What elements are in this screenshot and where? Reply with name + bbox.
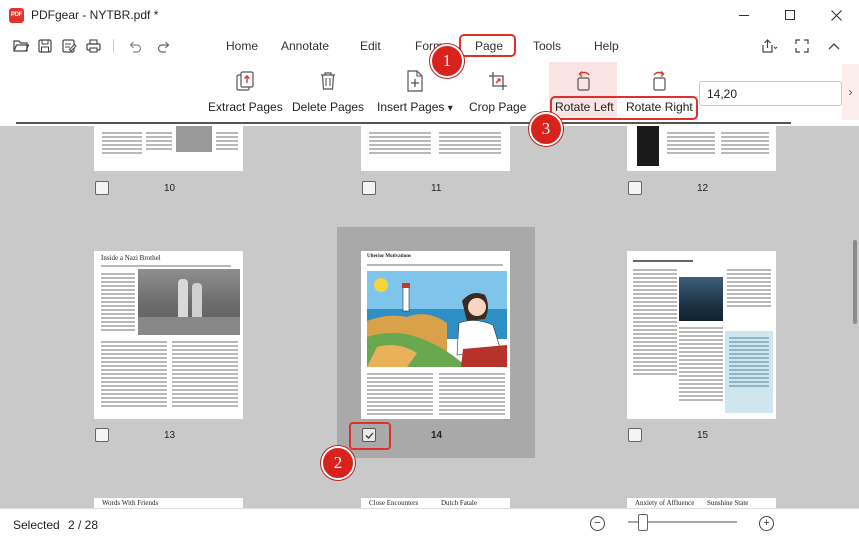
page-thumbnail-12[interactable] [627,126,776,171]
page-number-14: 14 [431,430,443,441]
menu-edit[interactable]: Edit [360,39,381,53]
callout-3: 3 [529,112,563,146]
page-18-title-right: Sunshine State [707,499,749,507]
rotate-buttons-highlight [550,96,698,120]
page-thumbnail-11[interactable] [361,126,510,171]
extract-pages-button[interactable]: Extract Pages [208,62,283,124]
insert-pages-label-wrap: Insert Pages ▾ [377,100,453,114]
page-17-title-right: Dutch Fatale [441,499,477,507]
ribbon-scroll-right-button[interactable]: › [842,64,859,120]
crop-page-label: Crop Page [469,100,527,114]
page-16-title: Words With Friends [102,499,159,507]
crop-page-button[interactable]: Crop Page [469,62,526,124]
page-thumbnail-15[interactable] [627,251,776,419]
trash-icon [317,70,339,92]
rotate-left-icon [573,70,595,92]
window-title: PDFgear - NYTBR.pdf * [31,8,159,22]
share-icon[interactable] [760,37,778,55]
page-15-sidebar-box [725,331,773,413]
page-14-illustration [367,271,507,367]
page-checkbox-15[interactable] [628,428,642,442]
save-icon[interactable] [36,37,54,55]
page-checkbox-13[interactable] [95,428,109,442]
menu-help[interactable]: Help [594,39,619,53]
print-icon[interactable] [84,37,102,55]
maximize-button[interactable] [767,0,813,30]
fullscreen-icon[interactable] [793,37,811,55]
undo-icon[interactable] [125,37,143,55]
title-bar: PDF PDFgear - NYTBR.pdf * [0,0,859,30]
chevron-down-icon: ▾ [447,103,453,114]
rotate-right-icon [648,70,670,92]
page-thumbnail-10[interactable] [94,126,243,171]
page-checkbox-12[interactable] [628,181,642,195]
page-thumbnail-14[interactable]: Ulterior Motivations [361,251,510,419]
menu-tools[interactable]: Tools [533,39,561,53]
minimize-button[interactable] [721,0,767,30]
save-as-icon[interactable] [60,37,78,55]
page-10-photo [176,126,212,152]
page-15-photo [679,277,723,321]
menu-home[interactable]: Home [226,39,258,53]
delete-pages-button[interactable]: Delete Pages [292,62,364,124]
ribbon-scroll-indicator [16,122,791,124]
selected-label: Selected [13,518,60,532]
insert-page-icon [404,70,426,92]
open-folder-icon[interactable] [12,37,30,55]
menu-annotate[interactable]: Annotate [281,39,329,53]
checkbox-14-highlight [349,422,391,450]
page-checkbox-11[interactable] [362,181,376,195]
page-12-photo [637,126,659,166]
page-thumbnail-canvas[interactable]: 10 11 12 Inside a Nazi Brothel 13 Ulteri… [0,126,859,508]
page-17-title-left: Close Encounters [369,499,419,507]
chevron-right-icon: › [848,85,853,99]
close-icon [830,9,842,21]
insert-pages-label: Insert Pages [377,100,445,114]
page-number-12: 12 [697,183,709,194]
page-number-15: 15 [697,430,709,441]
scrollbar-thumb[interactable] [853,240,857,324]
zoom-out-icon[interactable]: − [590,516,605,531]
page-13-photo [138,269,240,335]
page-18-title-left: Anxiety of Affluence [635,499,695,507]
callout-1: 1 [430,44,464,78]
page-13-title: Inside a Nazi Brothel [101,254,161,262]
page-range-input[interactable] [699,81,842,106]
close-button[interactable] [813,0,859,30]
callout-2: 2 [321,446,355,480]
delete-pages-label: Delete Pages [292,100,365,114]
page-number-10: 10 [164,183,176,194]
minimize-icon [739,14,749,16]
page-thumbnail-16[interactable]: Words With Friends [94,498,243,508]
maximize-icon [785,10,795,20]
selected-count: 2 / 28 [68,518,99,532]
collapse-ribbon-icon[interactable] [825,37,843,55]
toolbar-separator [113,39,114,53]
page-number-11: 11 [431,183,442,194]
zoom-slider-handle[interactable] [637,514,648,531]
page-tab-highlight [459,34,516,57]
status-bar: Selected 2 / 28 − + [0,508,859,540]
page-number-13: 13 [164,430,176,441]
page-thumbnail-13[interactable]: Inside a Nazi Brothel [94,251,243,419]
pdfgear-logo-icon: PDF [9,8,24,23]
vertical-scrollbar[interactable] [852,126,859,508]
crop-icon [487,70,509,92]
page-thumbnail-17[interactable]: Close Encounters Dutch Fatale [361,498,510,508]
page-checkbox-10[interactable] [95,181,109,195]
page-thumbnail-18[interactable]: Anxiety of Affluence Sunshine State [627,498,776,508]
zoom-in-icon[interactable]: + [759,516,774,531]
extract-pages-icon [234,70,256,92]
page-14-title: Ulterior Motivations [367,254,411,259]
redo-icon[interactable] [155,37,173,55]
extract-pages-label: Extract Pages [208,100,283,114]
